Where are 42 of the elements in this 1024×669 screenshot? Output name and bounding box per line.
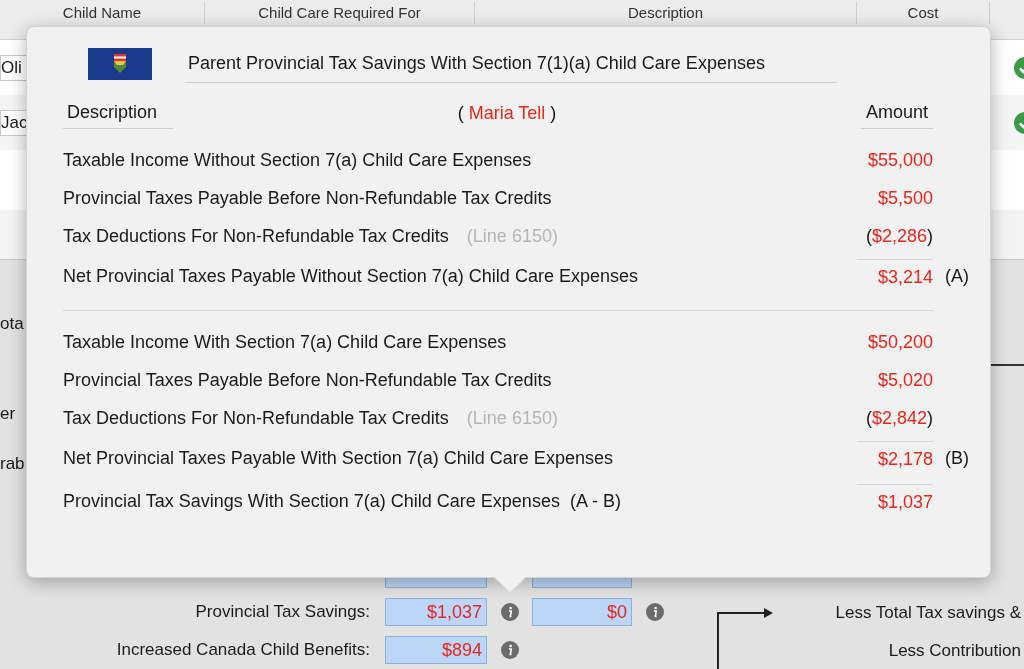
row-marker: (B): [945, 447, 969, 470]
amount-value: $2,178: [877, 447, 933, 471]
form-label: Less Contribution: [888, 639, 1021, 662]
row-marker: (A): [945, 265, 969, 288]
row-label: Provincial Tax Savings With Section 7(a) Child Care Expenses (A - B): [63, 490, 621, 513]
info-icon[interactable]: [500, 603, 519, 621]
amount-value: $3,214: [877, 265, 933, 289]
connector-arrow: [716, 607, 774, 669]
column-header[interactable]: Cost: [907, 2, 939, 24]
popover-title: Parent Provincial Tax Savings With Section 7(1)(a) Child Care Expenses: [188, 52, 765, 75]
amount-value: $55,000: [867, 148, 933, 172]
column-header[interactable]: Child Care Required For: [258, 2, 421, 24]
row-label: Taxable Income Without Section 7(a) Child Care Expenses: [63, 148, 532, 172]
form-label: Increased Canada Child Benefits:: [116, 639, 370, 662]
row-label: Provincial Taxes Payable Before Non-Refundable Tax Credits: [63, 368, 552, 392]
amount-value: ($2,286): [865, 224, 933, 248]
row-label: Provincial Taxes Payable Before Non-Refundable Tax Credits: [63, 186, 552, 210]
amount-value: $50,200: [867, 330, 933, 354]
amount-value: $5,020: [877, 368, 933, 392]
form-label: er: [0, 402, 16, 425]
info-icon[interactable]: [500, 641, 519, 659]
form-label: Provincial Tax Savings:: [195, 601, 370, 624]
line-note: (Line 6150): [466, 224, 558, 248]
amount-value: ($2,842): [865, 406, 933, 430]
row-label: Taxable Income With Section 7(a) Child Care Expenses: [63, 330, 507, 354]
row-label: Net Provincial Taxes Payable Without Section 7(a) Child Care Expenses: [63, 265, 638, 288]
column-header[interactable]: Child Name: [62, 2, 142, 24]
form-label: Less Total Tax savings &: [835, 602, 1021, 624]
row-label: Net Provincial Taxes Payable With Section 7(a) Child Care Expenses: [63, 447, 613, 470]
flag-icon: [88, 48, 152, 80]
column-header: Amount: [865, 101, 928, 124]
info-icon[interactable]: [645, 603, 664, 621]
form-label: ota: [0, 312, 24, 335]
column-header: Description: [67, 101, 158, 124]
form-label: rab: [0, 452, 25, 475]
line-note: (Line 6150): [466, 406, 558, 430]
row-label: Tax Deductions For Non-Refundable Tax Credits: [63, 224, 449, 248]
amount-value: $1,037: [877, 490, 933, 514]
person-name: ( Maria Tell ): [457, 101, 557, 125]
column-header[interactable]: Description: [628, 2, 703, 24]
amount-value: $5,500: [877, 186, 933, 210]
row-label: Tax Deductions For Non-Refundable Tax Credits: [63, 406, 449, 430]
